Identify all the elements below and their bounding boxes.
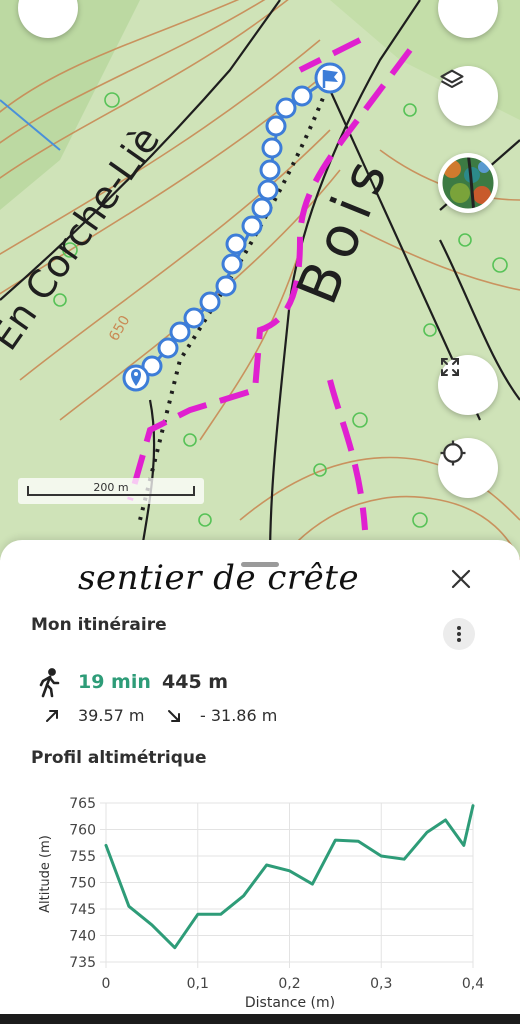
y-tick-label: 750 (69, 876, 96, 892)
satellite-thumbnail (439, 154, 497, 212)
distance-value: 445 m (162, 671, 229, 693)
start-marker-icon[interactable] (122, 364, 150, 392)
scale-bar-label: 200 m (93, 481, 129, 494)
close-button[interactable] (446, 564, 476, 594)
elevation-profile-chart: 765 760 755 750 745 740 735 0 0,1 0,2 0,3 0,4 Alti… (38, 796, 484, 1011)
x-tick-label: 0,3 (370, 976, 392, 992)
locate-button[interactable] (438, 438, 498, 498)
filters-icon (438, 0, 462, 2)
route-title: sentier de crête (78, 558, 360, 598)
walking-icon (39, 668, 60, 698)
x-axis-label: Distance (m) (245, 995, 335, 1011)
more-options-button[interactable] (443, 618, 475, 650)
fullscreen-button[interactable] (438, 355, 498, 415)
system-nav-bar (0, 1014, 520, 1024)
finish-flag-icon[interactable] (314, 62, 346, 94)
ascent-icon (46, 710, 58, 722)
map-view[interactable]: En Corche-Liè Bois 650 200 m (0, 0, 520, 560)
route-details-sheet[interactable]: sentier de crête Mon itinéraire 19 min 4… (0, 540, 520, 1024)
locate-icon (440, 440, 466, 466)
scale-bar: 200 m (18, 478, 204, 504)
profile-label: Profil altimétrique (31, 748, 207, 768)
y-tick-label: 735 (69, 955, 96, 971)
x-tick-label: 0,1 (187, 976, 209, 992)
more-vertical-icon (457, 626, 461, 642)
y-tick-label: 740 (69, 929, 96, 945)
ascent-value: 39.57 m (78, 706, 145, 725)
back-icon (18, 0, 42, 2)
x-tick-label: 0 (102, 976, 111, 992)
y-tick-label: 760 (69, 823, 96, 839)
descent-icon (168, 710, 180, 722)
layers-button[interactable] (438, 66, 498, 126)
duration-value: 19 min (78, 671, 151, 693)
satellite-layer-button[interactable] (438, 153, 498, 213)
y-tick-label: 745 (69, 902, 96, 918)
descent-value: - 31.86 m (200, 706, 278, 725)
fullscreen-icon (441, 358, 459, 376)
x-tick-label: 0,4 (462, 976, 484, 992)
y-tick-label: 765 (69, 796, 96, 812)
y-tick-label: 755 (69, 849, 96, 865)
y-axis-label: Altitude (m) (38, 835, 53, 913)
x-tick-label: 0,2 (278, 976, 300, 992)
itinerary-label: Mon itinéraire (31, 615, 167, 635)
route-line (138, 76, 331, 380)
close-icon (451, 569, 471, 589)
layers-icon (440, 69, 464, 89)
